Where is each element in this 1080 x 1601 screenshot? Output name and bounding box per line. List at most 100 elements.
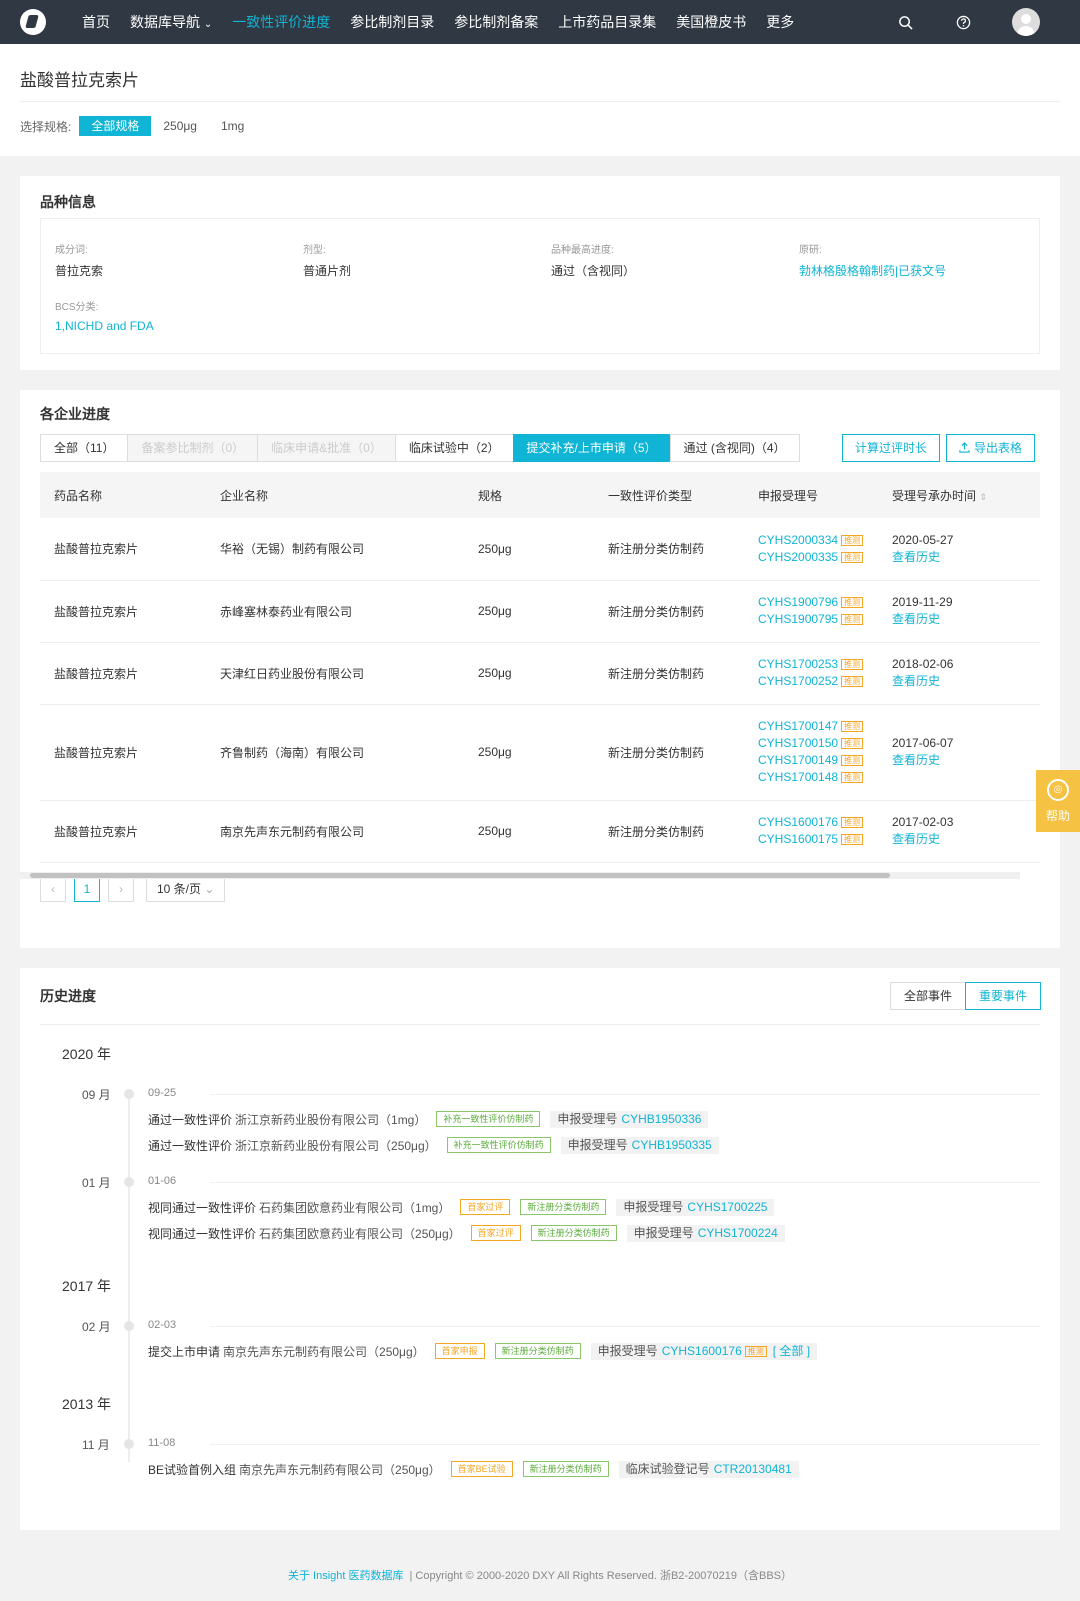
app-number-link[interactable]: CYHS1700149 <box>758 753 838 767</box>
estimated-tag: 推测 <box>841 721 864 733</box>
view-all-link[interactable]: [ 全部 ] <box>773 1344 810 1358</box>
app-number-item: CYHS1700150 推测 <box>758 735 878 752</box>
tab-clinical-application: 临床申请&批准（0） <box>257 434 396 462</box>
spec-option-all[interactable]: 全部规格 <box>79 116 152 136</box>
divider <box>20 101 1060 102</box>
footer: 关于 Insight 医药数据库 | Copyright © 2000-2020… <box>0 1548 1080 1601</box>
app-number-item: CYHS1900795 推测 <box>758 611 878 628</box>
view-history-link[interactable]: 查看历史 <box>892 673 1038 690</box>
estimated-tag: 推测 <box>841 755 864 767</box>
top-navbar: 首页 数据库导航 ⌄ 一致性评价进度 参比制剂目录 参比制剂备案 上市药品目录集… <box>0 0 1080 44</box>
event-status: 通过一致性评价 <box>148 1138 233 1153</box>
estimated-tag: 推测 <box>744 1345 767 1357</box>
tab-clinical-trial[interactable]: 临床试验中（2） <box>394 434 514 462</box>
app-number-link[interactable]: CYHS2000335 <box>758 550 838 564</box>
col-date-label: 受理号承办时间 <box>892 488 977 503</box>
view-history-link[interactable]: 查看历史 <box>892 549 1038 566</box>
variety-info-box: 成分词: 普拉克索 剂型: 普通片剂 品种最高进度: 通过（含视同） 原研: 勃林格殷格… <box>40 218 1040 354</box>
event-tag: 补充一致性评价仿制药 <box>436 1111 541 1127</box>
page-size-select[interactable]: 10 条/页 ⌄ <box>146 876 226 902</box>
event-number-link[interactable]: CYHB1950335 <box>632 1138 712 1152</box>
view-history-link[interactable]: 查看历史 <box>892 752 1038 769</box>
scrollbar-thumb[interactable] <box>30 873 890 878</box>
app-number-link[interactable]: CYHS1900796 <box>758 595 838 609</box>
table-horizontal-scrollbar[interactable] <box>20 872 1020 879</box>
event-number-link[interactable]: CYHS1700224 <box>698 1226 778 1240</box>
app-number-link[interactable]: CYHS1700148 <box>758 770 838 784</box>
help-circle-icon[interactable] <box>954 13 972 31</box>
event-status: 视同通过一致性评价 <box>148 1226 257 1241</box>
app-number-link[interactable]: CYHS1600176 <box>758 815 838 829</box>
search-icon[interactable] <box>896 13 914 31</box>
help-float-button[interactable]: ◎ 帮助 <box>1036 770 1080 832</box>
tab-submitted[interactable]: 提交补充/上市申请（5） <box>512 434 671 462</box>
tab-all[interactable]: 全部（11） <box>40 434 129 462</box>
nav-home[interactable]: 首页 <box>82 12 110 32</box>
event-tag: 新注册分类仿制药 <box>522 1461 609 1477</box>
event-number-box: 申报受理号 CYHS1700225 <box>616 1198 775 1216</box>
nav-reference-filing[interactable]: 参比制剂备案 <box>454 12 538 32</box>
estimated-tag: 推测 <box>841 659 864 671</box>
cell-drug-name: 盐酸普拉克索片 <box>40 518 206 581</box>
event-number-link[interactable]: CYHS1600176 <box>662 1344 742 1358</box>
export-table-button[interactable]: 导出表格 <box>946 434 1036 462</box>
event-number-link[interactable]: CTR20130481 <box>714 1462 792 1476</box>
app-number-link[interactable]: CYHS1700150 <box>758 736 838 750</box>
nav-reference-catalog[interactable]: 参比制剂目录 <box>350 12 434 32</box>
cell-eval-type: 新注册分类仿制药 <box>594 518 744 581</box>
cell-date: 2017-02-03 查看历史 <box>878 800 1038 863</box>
timeline-date: 11-08 <box>148 1437 176 1449</box>
event-company: 浙江京新药业股份有限公司（1mg） <box>235 1112 427 1127</box>
nav-more[interactable]: 更多 <box>766 12 794 32</box>
col-date[interactable]: 受理号承办时间 ⇕ <box>878 472 1038 518</box>
view-history-link[interactable]: 查看历史 <box>892 611 1038 628</box>
about-link[interactable]: 关于 Insight 医药数据库 <box>288 1567 404 1583</box>
field-bcs: BCS分类: 1,NICHD and FDA <box>55 298 154 333</box>
event-number-link[interactable]: CYHB1950336 <box>621 1112 701 1126</box>
app-number-link[interactable]: CYHS1700253 <box>758 657 838 671</box>
event-number-link[interactable]: CYHS1700225 <box>687 1200 767 1214</box>
app-number-link[interactable]: CYHS1700147 <box>758 719 838 733</box>
timeline-event: 视同通过一致性评价 石药集团欧意药业有限公司（1mg） 首家过评 新注册分类仿制药 申报… <box>148 1198 775 1216</box>
view-history-link[interactable]: 查看历史 <box>892 831 1038 848</box>
cell-app-numbers: CYHS2000334 推测 CYHS2000335 推测 <box>744 518 878 581</box>
nav-consistency-progress[interactable]: 一致性评价进度 <box>232 12 330 32</box>
event-tag: 首家过评 <box>460 1199 511 1215</box>
user-avatar[interactable] <box>1012 8 1040 36</box>
spec-option-1mg[interactable]: 1mg <box>209 116 256 136</box>
col-action: 操 <box>1038 472 1040 518</box>
page-1-button[interactable]: 1 <box>74 876 100 902</box>
important-events-button[interactable]: 重要事件 <box>965 982 1042 1010</box>
calc-duration-button[interactable]: 计算过评时长 <box>842 434 941 462</box>
next-page-button[interactable]: › <box>108 876 134 902</box>
bcs-link[interactable]: 1,NICHD and FDA <box>55 319 154 333</box>
nav-orange-book[interactable]: 美国橙皮书 <box>676 12 746 32</box>
app-number-link[interactable]: CYHS1900795 <box>758 612 838 626</box>
cell-eval-type: 新注册分类仿制药 <box>594 580 744 643</box>
all-events-button[interactable]: 全部事件 <box>890 982 967 1010</box>
nav-listed-drugs[interactable]: 上市药品目录集 <box>558 12 656 32</box>
cell-spec: 250μg <box>464 642 594 705</box>
event-number-box: 临床试验登记号 CTR20130481 <box>618 1460 799 1478</box>
event-number-box: 申报受理号 CYHB1950336 <box>550 1110 709 1128</box>
app-number-link[interactable]: CYHS1600175 <box>758 832 838 846</box>
estimated-tag: 推测 <box>841 834 864 846</box>
spec-option-250ug[interactable]: 250μg <box>151 116 209 136</box>
originator-link[interactable]: 勃林格殷格翰制药|已获文号 <box>799 262 946 279</box>
timeline-event: BE试验首例入组 南京先声东元制药有限公司（250μg） 首家BE试验 新注册分类仿制… <box>148 1460 799 1478</box>
app-number-item: CYHS1900796 推测 <box>758 594 878 611</box>
app-number-link[interactable]: CYHS2000334 <box>758 533 838 547</box>
pagination: ‹ 1 › 10 条/页 ⌄ <box>40 876 226 902</box>
prev-page-button[interactable]: ‹ <box>40 876 66 902</box>
app-number-item: CYHS1700148 推测 <box>758 769 878 786</box>
sort-icon[interactable]: ⇕ <box>979 492 987 502</box>
divider <box>40 1024 1040 1025</box>
nav-database-nav[interactable]: 数据库导航 ⌄ <box>130 12 212 32</box>
app-number-link[interactable]: CYHS1700252 <box>758 674 838 688</box>
estimated-tag: 推测 <box>841 676 864 688</box>
col-app-number: 申报受理号 <box>744 472 878 518</box>
cell-spec: 250μg <box>464 518 594 581</box>
event-company: 石药集团欧意药业有限公司（1mg） <box>259 1200 451 1215</box>
logo-icon[interactable] <box>20 9 46 35</box>
tab-passed[interactable]: 通过 (含视同)（4） <box>669 434 800 462</box>
